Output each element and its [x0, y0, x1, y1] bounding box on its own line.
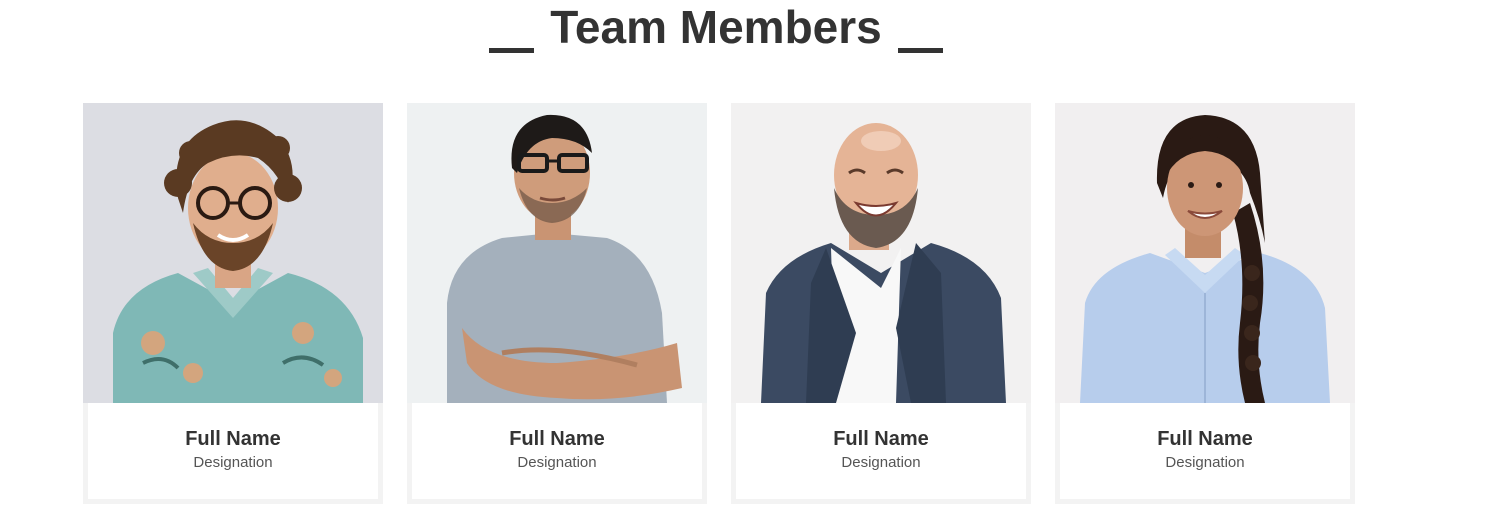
member-photo	[1055, 103, 1355, 403]
member-name: Full Name	[1157, 428, 1253, 450]
member-info: Full Name Designation	[731, 403, 1031, 504]
team-grid: Full Name Designation Full Name Designat…	[83, 103, 1355, 504]
section-header: Team Members	[0, 0, 1432, 60]
team-card[interactable]: Full Name Designation	[731, 103, 1031, 504]
member-name: Full Name	[509, 428, 605, 450]
member-designation: Designation	[517, 454, 597, 471]
member-designation: Designation	[1165, 454, 1245, 471]
team-members-section: Team Members Full Name Designation Full …	[0, 0, 1502, 529]
member-photo	[731, 103, 1031, 403]
section-title-text: Team Members	[550, 1, 882, 53]
team-card[interactable]: Full Name Designation	[1055, 103, 1355, 504]
title-decoration-right	[897, 48, 943, 53]
member-photo	[83, 103, 383, 403]
member-name: Full Name	[185, 428, 281, 450]
section-title: Team Members	[489, 0, 943, 54]
title-decoration-left	[489, 48, 535, 53]
member-info: Full Name Designation	[1055, 403, 1355, 504]
member-designation: Designation	[841, 454, 921, 471]
member-designation: Designation	[193, 454, 273, 471]
member-info: Full Name Designation	[407, 403, 707, 504]
team-card[interactable]: Full Name Designation	[407, 103, 707, 504]
member-photo	[407, 103, 707, 403]
member-info: Full Name Designation	[83, 403, 383, 504]
team-card[interactable]: Full Name Designation	[83, 103, 383, 504]
member-name: Full Name	[833, 428, 929, 450]
